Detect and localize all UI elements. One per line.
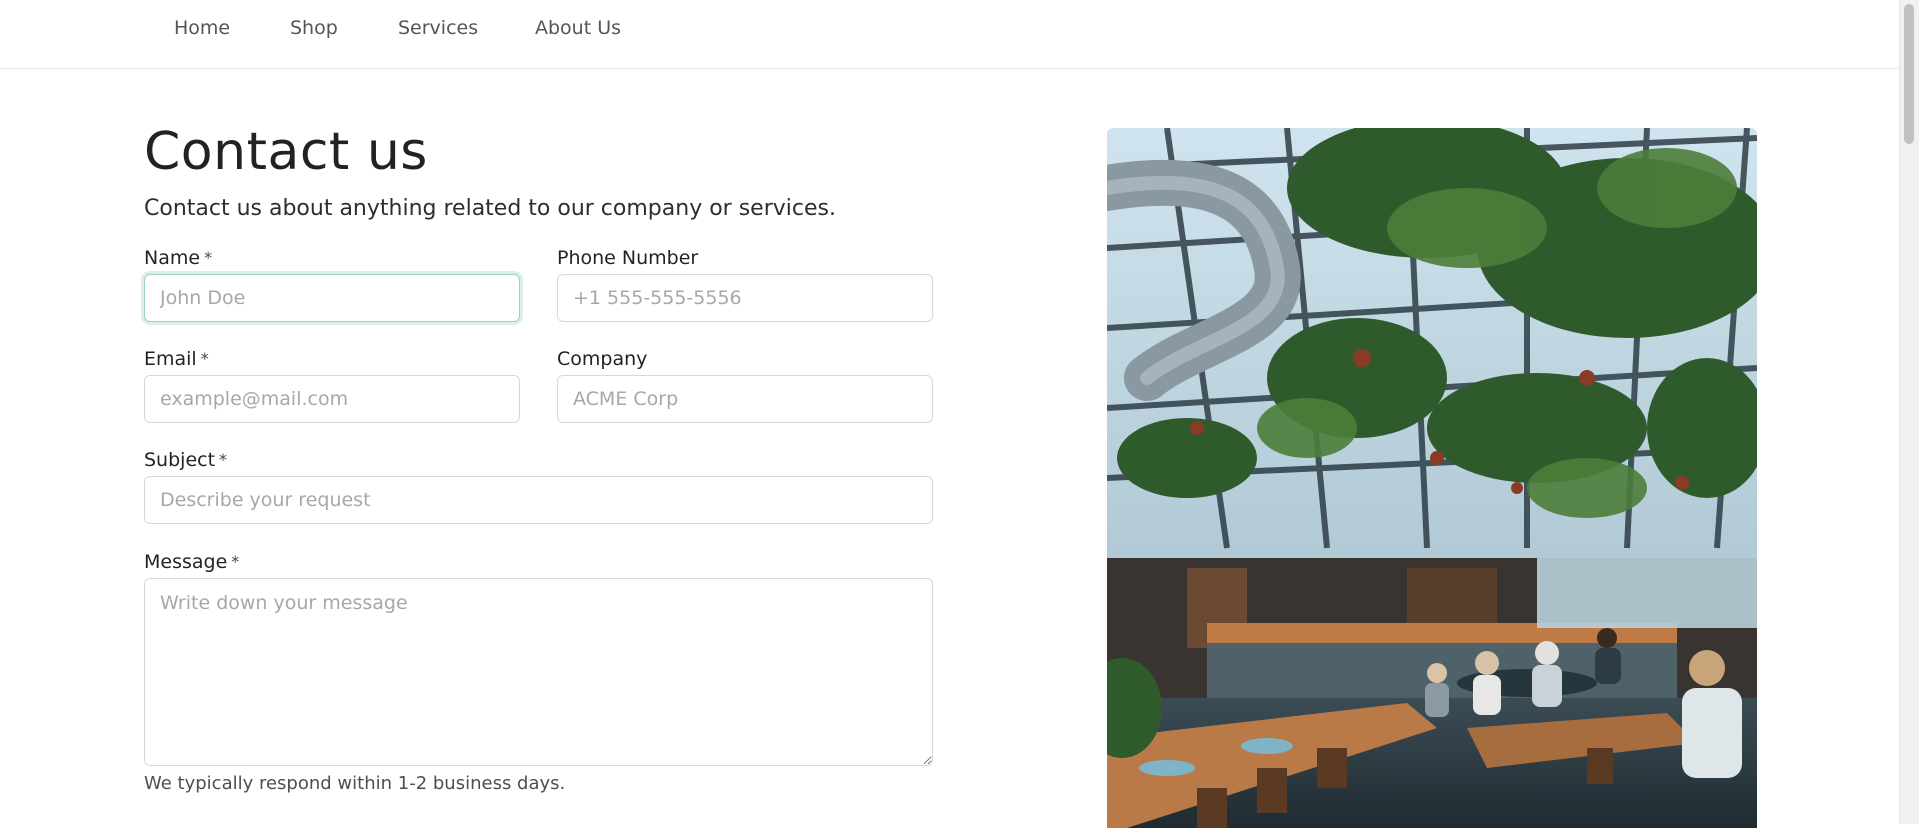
required-mark: * <box>231 552 240 571</box>
page-title: Contact us <box>144 122 428 182</box>
message-textarea[interactable] <box>144 578 933 766</box>
company-label: Company <box>557 347 647 371</box>
name-input[interactable] <box>144 274 520 322</box>
nav-shop-link[interactable]: Shop <box>290 16 338 40</box>
phone-label-text: Phone Number <box>557 247 699 269</box>
subject-label: Subject * <box>144 448 227 473</box>
phone-label: Phone Number <box>557 246 698 270</box>
email-label: Email * <box>144 347 209 372</box>
required-mark: * <box>219 450 228 469</box>
required-mark: * <box>200 349 209 368</box>
email-input[interactable] <box>144 375 520 423</box>
greenhouse-cafe-photo <box>1107 128 1757 828</box>
page-subtitle: Contact us about anything related to our… <box>144 196 836 221</box>
page-scrollbar[interactable] <box>1899 0 1919 824</box>
company-label-text: Company <box>557 348 648 370</box>
nav-about-us-link[interactable]: About Us <box>535 16 621 40</box>
name-label-text: Name <box>144 247 201 269</box>
top-navigation: Home Shop Services About Us <box>0 0 1900 69</box>
subject-label-text: Subject <box>144 449 216 471</box>
scrollbar-thumb[interactable] <box>1904 4 1914 144</box>
subject-input[interactable] <box>144 476 933 524</box>
phone-input[interactable] <box>557 274 933 322</box>
required-mark: * <box>204 248 213 267</box>
response-time-hint: We typically respond within 1-2 business… <box>144 773 566 794</box>
message-label-text: Message <box>144 551 228 573</box>
nav-home-link[interactable]: Home <box>174 16 230 40</box>
email-label-text: Email <box>144 348 197 370</box>
nav-services-link[interactable]: Services <box>398 16 478 40</box>
message-label: Message * <box>144 550 239 575</box>
name-label: Name * <box>144 246 212 271</box>
company-input[interactable] <box>557 375 933 423</box>
